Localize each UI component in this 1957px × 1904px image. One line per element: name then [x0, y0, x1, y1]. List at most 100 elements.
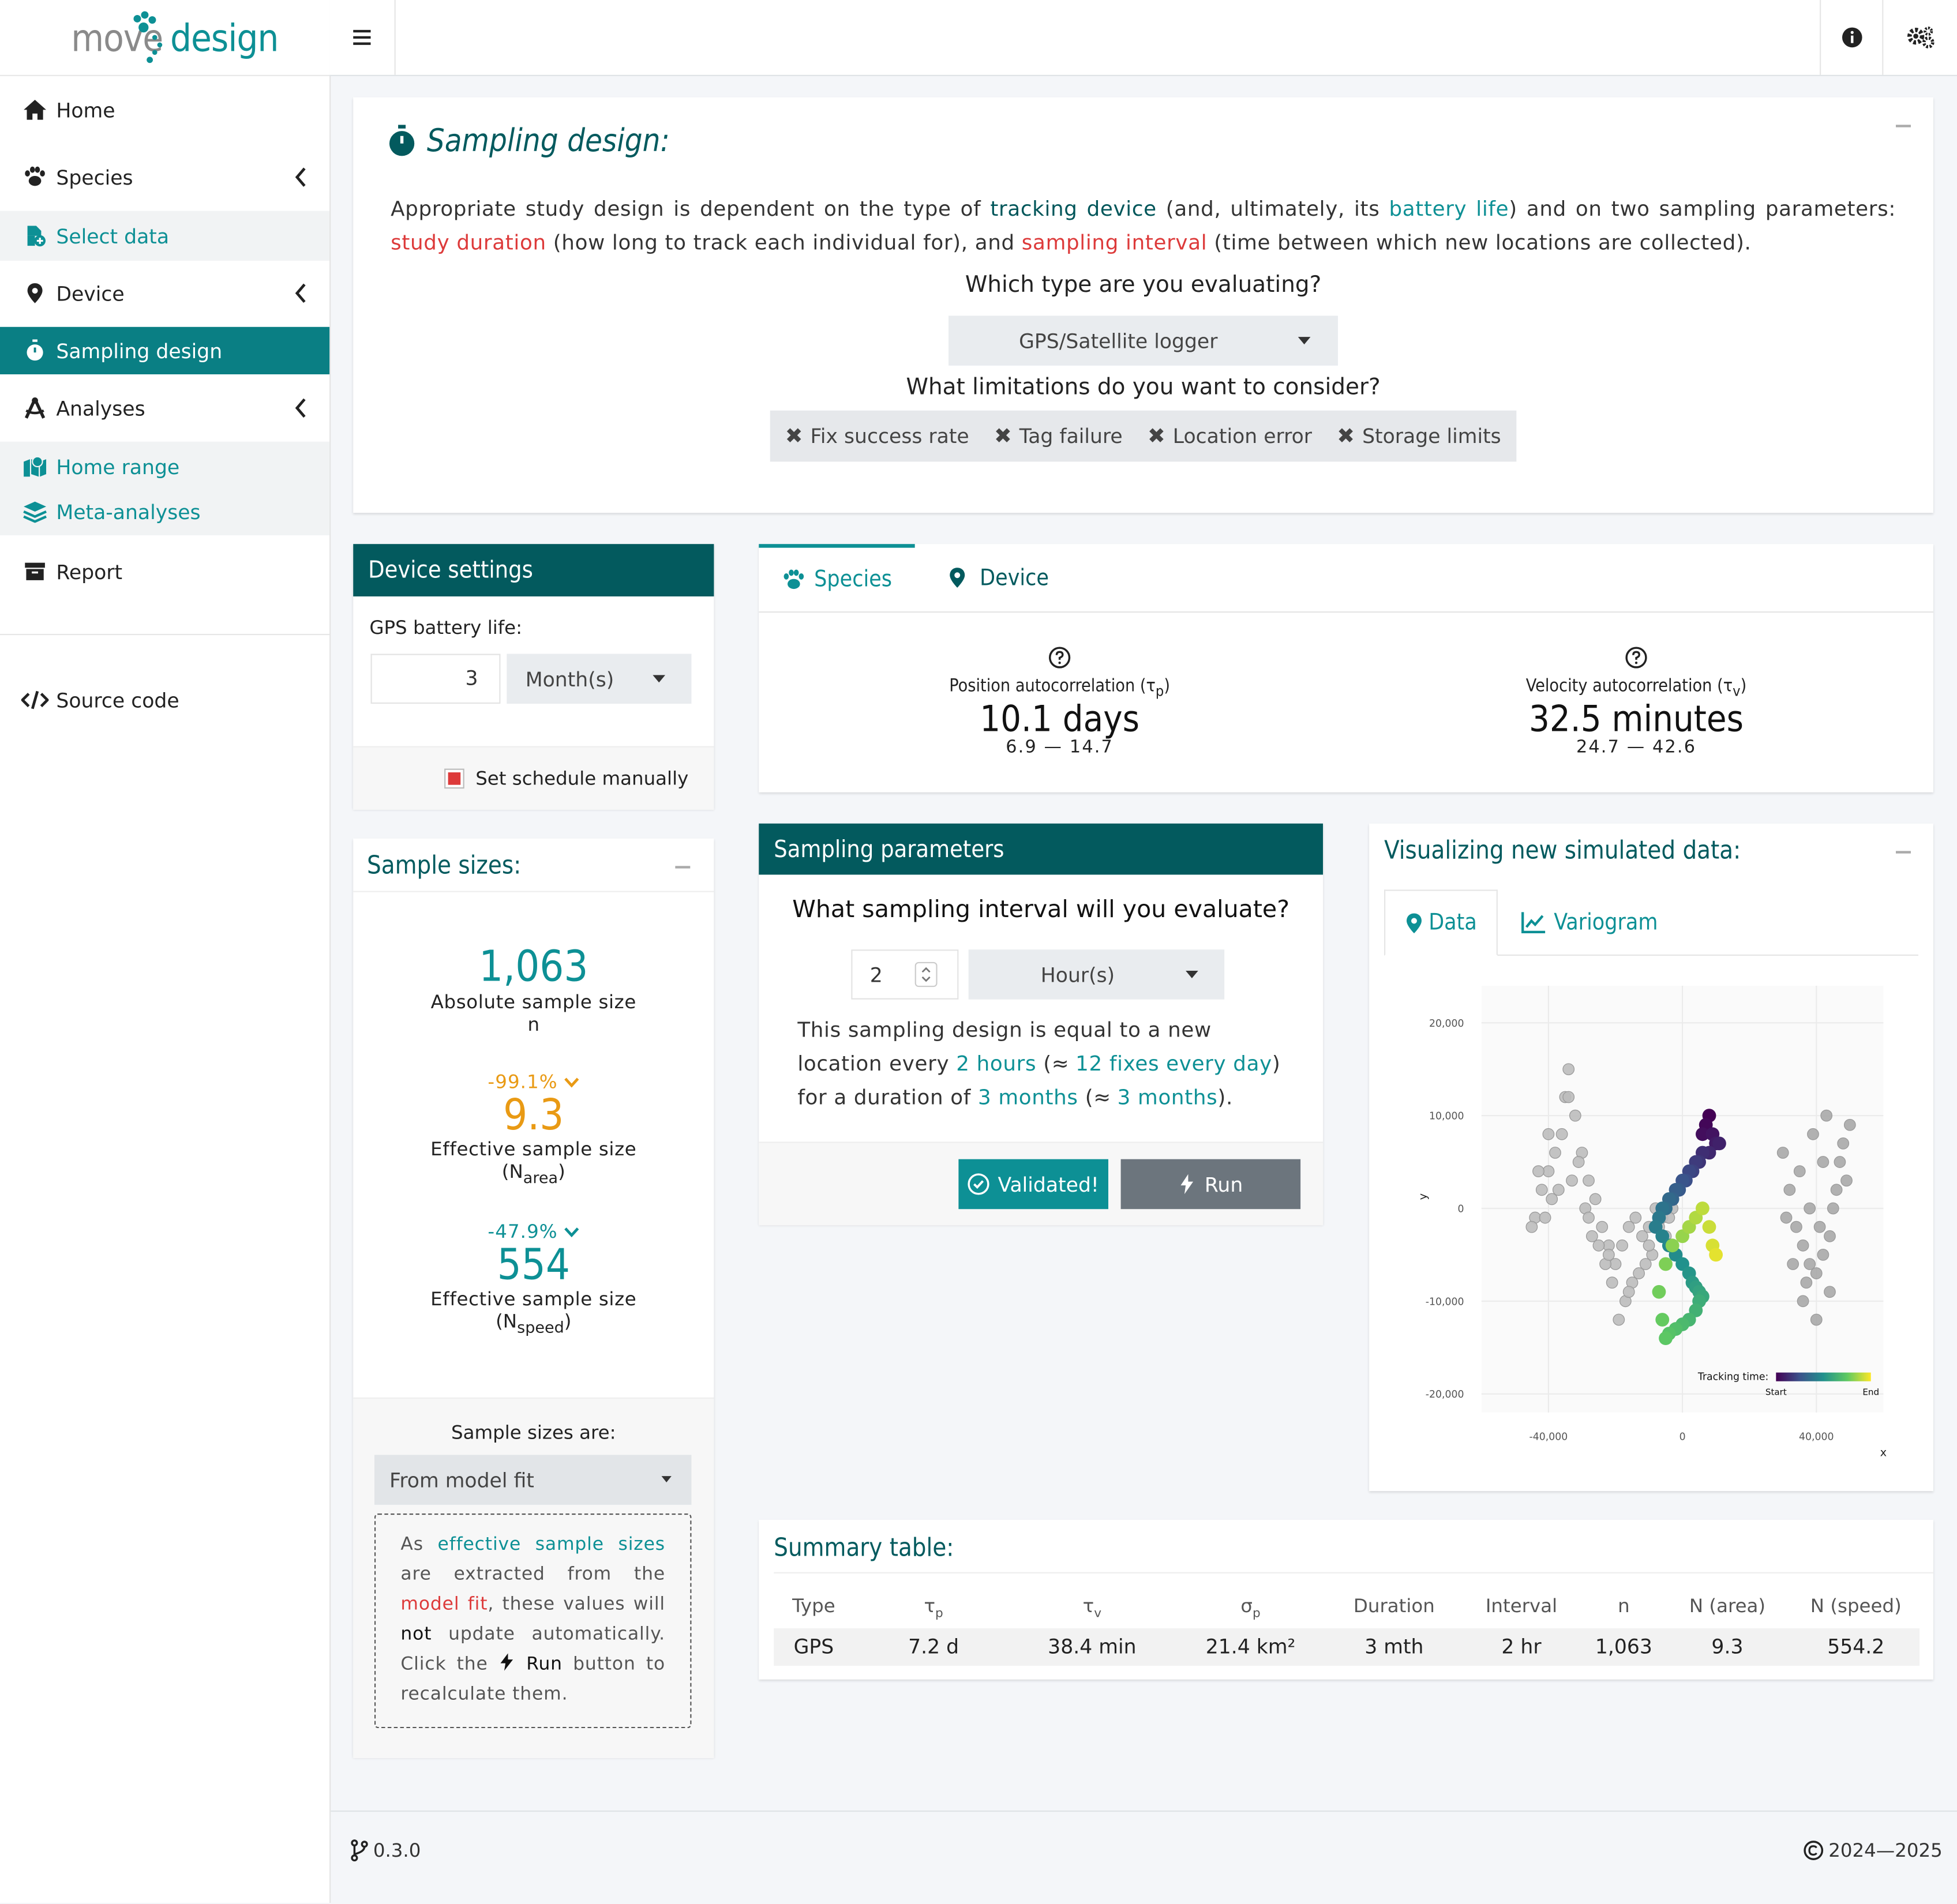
label-text: Velocity autocorrelation (τ — [1525, 676, 1733, 697]
fixes-summary: 12 fixes every day — [1075, 1051, 1272, 1076]
area-sample-size-value: 9.3 — [503, 1090, 564, 1141]
sidebar-item-source-code[interactable]: Source code — [0, 675, 329, 725]
sidebar-item-home-range[interactable]: Home range — [0, 441, 330, 492]
data-point — [1807, 1128, 1819, 1140]
map-marker-icon — [21, 281, 49, 306]
run-button[interactable]: Run — [1120, 1159, 1301, 1210]
sidebar-item-label: Device — [56, 281, 125, 305]
collapse-button[interactable] — [1896, 125, 1911, 127]
data-point — [1569, 1109, 1581, 1122]
data-point — [1659, 1257, 1673, 1271]
table-cell: 7.2 d — [908, 1634, 959, 1658]
stepper-arrows-icon — [921, 967, 931, 982]
app-logo[interactable]: move design — [0, 0, 330, 76]
table-cell: 21.4 km² — [1205, 1634, 1296, 1658]
battery-life-input[interactable]: 3 — [370, 654, 501, 704]
data-point — [1622, 1220, 1635, 1233]
sidebar-item-sampling-design[interactable]: Sampling design — [0, 326, 330, 374]
data-point — [1602, 1249, 1615, 1261]
sidebar-item-meta-analyses[interactable]: Meta-analyses — [0, 489, 330, 534]
card-header: Sampling design: — [388, 122, 670, 159]
map-marker-icon — [1406, 912, 1422, 933]
data-point — [1652, 1285, 1666, 1299]
column-header-duration: Duration — [1353, 1594, 1435, 1617]
card-header: Device settings — [353, 544, 714, 597]
interval-input[interactable]: 2 — [851, 949, 959, 1000]
data-point — [1810, 1313, 1823, 1326]
x-tick-label: -40,000 — [1529, 1431, 1568, 1443]
area-sample-size-symbol: (Narea) — [501, 1160, 565, 1187]
data-point — [1636, 1230, 1648, 1242]
data-point — [1622, 1286, 1635, 1298]
limit-fix-success-rate[interactable]: ✖ Fix success rate — [785, 423, 969, 448]
limit-tag-failure[interactable]: ✖ Tag failure — [994, 423, 1123, 448]
collapse-button[interactable] — [1896, 851, 1911, 854]
tab-data[interactable]: Data — [1384, 889, 1498, 956]
device-type-select[interactable]: GPS/Satellite logger — [948, 316, 1339, 366]
data-point — [1837, 1137, 1850, 1150]
question-circle-icon[interactable] — [1048, 647, 1071, 669]
info-button[interactable] — [1820, 0, 1883, 75]
validated-button[interactable]: Validated! — [958, 1159, 1108, 1210]
limit-storage-limits[interactable]: ✖ Storage limits — [1337, 423, 1501, 448]
limit-location-error[interactable]: ✖ Location error — [1148, 423, 1312, 448]
simulated-data-plot[interactable]: -40,000 0 40,000 20,000 10,000 0 -10,000 -20,00… — [1384, 968, 1918, 1473]
data-point — [1797, 1239, 1809, 1252]
data-point — [1655, 1313, 1670, 1327]
tab-species[interactable]: Species — [759, 544, 915, 612]
absolute-sample-size-value: 1,063 — [479, 942, 588, 992]
data-point — [1702, 1220, 1716, 1234]
note-run-term: Run — [526, 1654, 563, 1675]
limit-label: Storage limits — [1362, 424, 1501, 448]
copyright-value: 2024—2025 — [1828, 1839, 1943, 1862]
absolute-sample-size-symbol: n — [527, 1013, 540, 1036]
sidebar-item-analyses[interactable]: Analyses — [0, 383, 329, 433]
sidebar-item-species[interactable]: Species — [0, 152, 329, 202]
sample-sizes-source-select[interactable]: From model fit — [374, 1455, 692, 1505]
interval-unit-select[interactable]: Hour(s) — [968, 949, 1225, 1000]
data-point — [1639, 1258, 1652, 1270]
sidebar-item-device[interactable]: Device — [0, 268, 329, 318]
info-circle-icon — [1842, 27, 1862, 48]
file-add-icon — [21, 223, 49, 248]
battery-life-term: battery life — [1389, 197, 1509, 221]
tracking-device-term: tracking device — [990, 197, 1157, 221]
battery-unit-select[interactable]: Month(s) — [507, 654, 692, 704]
table-cell: 554.2 — [1827, 1634, 1885, 1658]
data-point — [1616, 1239, 1628, 1252]
tab-device[interactable]: Device — [948, 544, 1061, 611]
data-point — [1592, 1239, 1605, 1252]
data-point — [1820, 1109, 1833, 1122]
absolute-sample-size-label: Absolute sample size — [430, 990, 636, 1013]
table-cell: 38.4 min — [1048, 1634, 1137, 1658]
data-point — [1797, 1295, 1809, 1308]
limitations-picker[interactable]: ✖ Fix success rate ✖ Tag failure ✖ Location… — [770, 410, 1517, 462]
data-point — [1566, 1174, 1578, 1187]
type-question: Which type are you evaluating? — [965, 272, 1322, 299]
settings-button[interactable] — [1882, 0, 1957, 75]
sidebar-item-label: Report — [56, 559, 123, 584]
data-point — [1810, 1267, 1823, 1279]
map-icon — [21, 454, 49, 479]
sampling-design-intro-card: Sampling design: Appropriate study desig… — [353, 97, 1933, 513]
data-point — [1709, 1248, 1723, 1262]
sidebar-item-select-data[interactable]: Select data — [0, 211, 330, 261]
parameters-tab-card: Species Device Position autocorrelation … — [759, 544, 1933, 793]
column-header-tau-v: τv — [1082, 1594, 1102, 1621]
sidebar-item-report[interactable]: Report — [0, 547, 329, 597]
number-stepper[interactable] — [914, 962, 938, 987]
note-text: , these values will — [488, 1594, 666, 1615]
data-point — [1834, 1156, 1846, 1168]
intro-text: (time between which new locations are co… — [1214, 231, 1752, 255]
sidebar-item-home[interactable]: Home — [0, 85, 329, 135]
y-tick-label: -10,000 — [1426, 1296, 1464, 1308]
cogs-icon — [1907, 27, 1934, 48]
tab-variogram[interactable]: Variogram — [1521, 889, 1671, 954]
collapse-button[interactable] — [675, 866, 691, 869]
top-navbar — [329, 0, 1957, 76]
sidebar-toggle-button[interactable] — [329, 0, 396, 75]
close-icon: ✖ — [1337, 423, 1355, 449]
data-point — [1542, 1128, 1555, 1140]
manual-schedule-checkbox[interactable] — [444, 768, 464, 789]
question-circle-icon[interactable] — [1625, 647, 1648, 669]
